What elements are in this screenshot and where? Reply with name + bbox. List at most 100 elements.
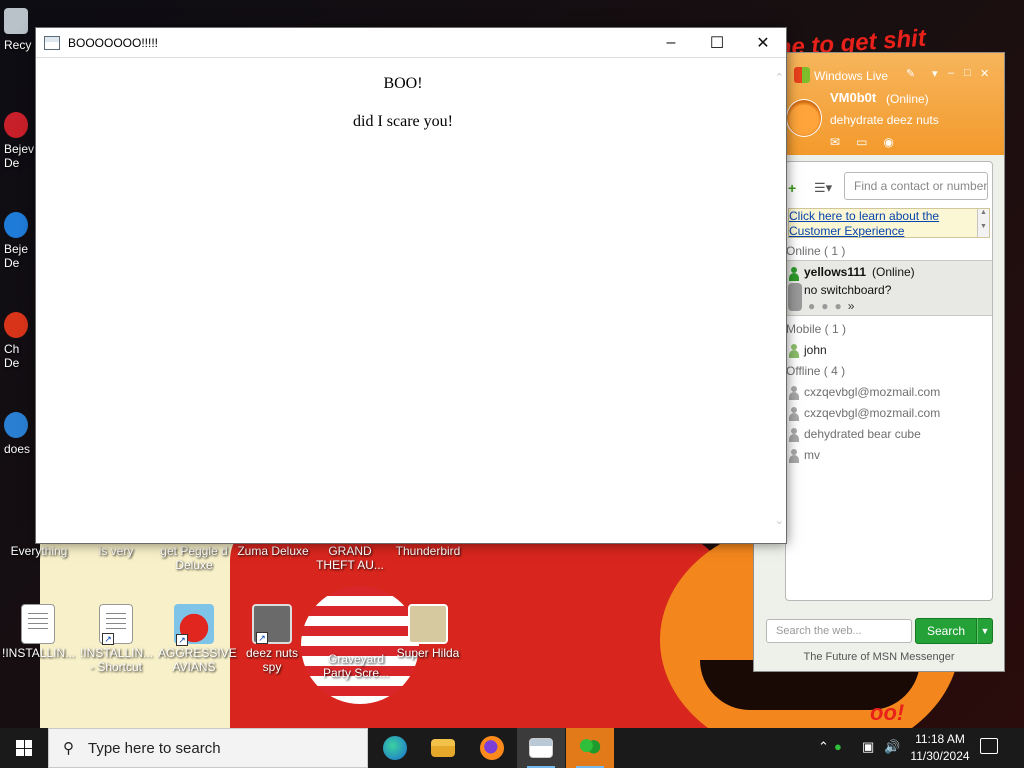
offline-contact[interactable]: mv — [804, 448, 820, 462]
group-offline[interactable]: Offline ( 4 ) — [786, 364, 992, 378]
shortcut-arrow-icon: ↗ — [256, 632, 268, 644]
desktop-icon-super-hilda[interactable]: Super Hilda — [392, 604, 464, 660]
close-button[interactable]: ✕ — [740, 28, 786, 58]
taskbar-messenger[interactable] — [566, 728, 614, 768]
desktop-icon-peggle[interactable]: get Peggle d Deluxe — [158, 544, 230, 572]
add-contact-icon[interactable]: + — [788, 180, 796, 196]
desktop-icon-everything[interactable]: Everything — [3, 544, 75, 558]
scroll-up-icon[interactable]: ⌃ — [775, 71, 784, 84]
offline-contact[interactable]: cxzqevbgl@mozmail.com — [804, 385, 940, 399]
desktop-icon-label: !INSTALLIN... - Shortcut — [80, 646, 154, 674]
desktop-icon-label: Zuma Deluxe — [237, 544, 309, 558]
maximize-button[interactable]: □ — [964, 67, 971, 79]
maximize-button[interactable]: ☐ — [694, 28, 740, 58]
find-contact-input[interactable]: Find a contact or number — [844, 172, 988, 200]
messenger-header: Windows Live ✎ ▾ – □ ✕ VM0b0t (Online) d… — [754, 53, 1004, 155]
more-action-icon[interactable]: ● — [835, 299, 848, 313]
customer-experience-link[interactable]: Click here to learn about the Customer E… — [789, 209, 989, 239]
username[interactable]: VM0b0t — [830, 90, 876, 105]
desktop-icon-thunderbird[interactable]: Thunderbird — [392, 544, 464, 558]
web-search-input[interactable]: Search the web... — [766, 619, 912, 643]
network-icon[interactable]: ▣ — [862, 739, 874, 755]
user-avatar[interactable] — [786, 99, 822, 137]
selected-contact-row[interactable]: yellows111 (Online) no switchboard? ●●●» — [786, 260, 992, 316]
desktop-icon-label: Thunderbird — [395, 544, 461, 558]
window-stack-icon: ↗ — [252, 604, 292, 644]
desktop-icon-bejeweled-2[interactable]: Beje De — [4, 212, 36, 270]
taskbar-file-explorer[interactable] — [419, 728, 467, 768]
search-button[interactable]: Search — [915, 618, 977, 644]
desktop-icon-is-very[interactable]: is very — [80, 544, 152, 558]
volume-icon[interactable]: 🔊 — [884, 739, 900, 755]
desktop-icon-deez-nuts-spy[interactable]: ↗ deez nuts spy — [236, 604, 308, 674]
mail-icon[interactable]: ✉ — [830, 135, 856, 149]
offline-contact[interactable]: cxzqevbgl@mozmail.com — [804, 406, 940, 420]
minimize-button[interactable]: – — [648, 28, 694, 58]
taskbar-clock[interactable]: 11:18 AM 11/30/2024 — [905, 731, 975, 765]
text-document-icon — [21, 604, 55, 644]
desktop-icon-label: Super Hilda — [396, 646, 460, 660]
desktop-icon-label: Graveyard Party Scre... — [322, 652, 390, 680]
taskbar-popup-app[interactable] — [517, 728, 565, 768]
menu-dropdown-icon[interactable]: ▾ — [932, 67, 938, 80]
desktop-icon-label: !INSTALLIN... — [2, 646, 76, 660]
mobile-status-icon — [788, 344, 800, 358]
chat-action-icon[interactable]: ● — [808, 299, 821, 313]
bejeweled-icon — [4, 212, 28, 238]
contact-status: (Online) — [872, 265, 915, 279]
desktop-icon-zuma[interactable]: Zuma Deluxe — [237, 544, 309, 558]
personal-message[interactable]: dehydrate deez nuts — [830, 113, 939, 127]
view-options-icon[interactable]: ☰▾ — [814, 180, 832, 196]
popup-scrollbar[interactable]: ⌃ ⌄ — [770, 59, 786, 543]
contact-list-panel: + ☰▾ Find a contact or number Click here… — [785, 161, 993, 601]
angry-bird-icon: ↗ — [174, 604, 214, 646]
desktop-icon-recycle-bin[interactable]: Recy — [4, 8, 36, 52]
desktop-icon-label: Recy — [4, 38, 32, 52]
mic-action-icon[interactable]: ● — [821, 299, 834, 313]
offline-contact[interactable]: dehydrated bear cube — [804, 427, 921, 441]
start-button[interactable] — [0, 728, 48, 768]
group-mobile[interactable]: Mobile ( 1 ) — [786, 322, 992, 336]
desktop-icon-installing-shortcut[interactable]: ↗ !INSTALLIN... - Shortcut — [80, 604, 154, 674]
offline-status-icon — [788, 428, 800, 442]
desktop-icon-aggressive-avians[interactable]: ↗ AGGRESSIVE AVIANS — [158, 604, 237, 674]
popup-titlebar[interactable]: BOOOOOOO!!!!! – ☐ ✕ — [36, 28, 786, 58]
windows-logo-icon — [16, 740, 32, 756]
close-button[interactable]: ✕ — [980, 67, 989, 80]
minimize-button[interactable]: – — [948, 67, 954, 79]
desktop-icon-installing[interactable]: !INSTALLIN... — [2, 604, 76, 660]
desktop-icon-label: Everything — [10, 544, 68, 558]
shortcut-arrow-icon: ↗ — [102, 633, 114, 645]
customize-icon[interactable]: ✎ — [906, 67, 915, 80]
taskbar-edge[interactable] — [371, 728, 419, 768]
contact-actions: ●●●» — [808, 299, 860, 313]
windows-live-logo-icon — [794, 67, 810, 83]
expand-icon[interactable]: » — [848, 299, 861, 313]
show-hidden-icons[interactable]: ⌃ — [818, 739, 829, 755]
popup-content: BOO! did I scare you! — [36, 59, 770, 543]
desktop-icon-does[interactable]: does — [4, 412, 36, 456]
scroll-down-icon[interactable]: ⌄ — [775, 514, 784, 527]
group-online[interactable]: Online ( 1 ) — [786, 244, 992, 258]
taskbar-search-box[interactable]: ⚲ Type here to search — [48, 728, 368, 768]
contact-john[interactable]: john — [804, 343, 827, 357]
window-app-icon — [44, 35, 60, 50]
offline-status-icon — [788, 407, 800, 421]
taskbar-firefox[interactable] — [468, 728, 516, 768]
shortcut-arrow-icon: ↗ — [176, 634, 188, 646]
folder-icon[interactable]: ▭ — [856, 135, 883, 149]
desktop-icon-gta[interactable]: GRAND THEFT AU... — [314, 544, 386, 572]
banner-scrollbar[interactable]: ▲ ▼ — [977, 209, 989, 237]
desktop-icon-bejeweled-1[interactable]: Bejev De — [4, 112, 36, 170]
chuzzle-icon — [4, 312, 28, 338]
search-dropdown-icon[interactable]: ▼ — [977, 618, 993, 644]
tray-messenger-icon[interactable]: ● — [834, 739, 842, 754]
user-status[interactable]: (Online) — [886, 92, 929, 106]
desktop-icon-label: is very — [98, 544, 134, 558]
notification-center-icon[interactable] — [980, 738, 998, 754]
online-status-icon — [788, 267, 800, 281]
messenger-brand: Windows Live — [814, 69, 889, 83]
taskbar: ⚲ Type here to search ⌃ ● ▣ 🔊 11:18 AM 1… — [0, 728, 1024, 768]
desktop-icon-chuzzle[interactable]: Ch De — [4, 312, 36, 370]
spaces-icon[interactable]: ◉ — [883, 135, 909, 149]
